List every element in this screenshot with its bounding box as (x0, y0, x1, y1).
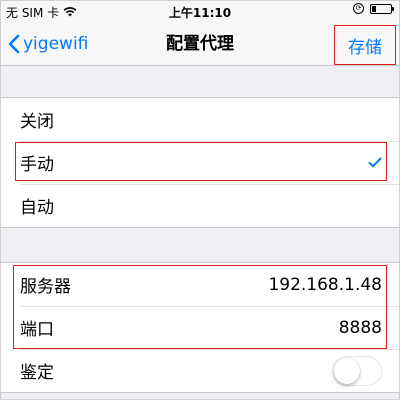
chevron-left-icon (8, 34, 20, 54)
navigation-bar: yigewifi 配置代理 存储 (0, 22, 400, 66)
proxy-mode-auto-label: 自动 (20, 198, 54, 218)
auth-row: 鉴定 (0, 349, 400, 392)
back-button[interactable]: yigewifi (8, 22, 88, 66)
server-value[interactable]: 192.168.1.48 (268, 275, 382, 295)
checkmark-icon (368, 153, 382, 173)
proxy-mode-manual-label: 手动 (20, 155, 54, 175)
save-button[interactable]: 存储 (334, 25, 396, 65)
battery-icon (370, 3, 394, 14)
port-value[interactable]: 8888 (339, 318, 382, 338)
status-right: ⟳ (353, 3, 394, 14)
server-row[interactable]: 服务器 192.168.1.48 (0, 263, 400, 306)
status-bar: 无 SIM 卡 上午11:10 ⟳ (0, 0, 400, 22)
status-time: 上午11:10 (168, 6, 232, 20)
proxy-mode-section: 关闭 手动 自动 (0, 97, 400, 228)
manual-proxy-section: 服务器 192.168.1.48 端口 8888 鉴定 (0, 262, 400, 393)
auth-toggle[interactable] (332, 355, 382, 386)
proxy-mode-off[interactable]: 关闭 (0, 98, 400, 141)
server-label: 服务器 (20, 277, 71, 297)
proxy-mode-manual[interactable]: 手动 (0, 141, 400, 184)
toggle-knob (334, 357, 360, 384)
back-label: yigewifi (23, 34, 89, 54)
proxy-mode-off-label: 关闭 (20, 112, 54, 132)
port-label: 端口 (20, 320, 54, 340)
port-row[interactable]: 端口 8888 (0, 306, 400, 349)
auth-label: 鉴定 (20, 363, 54, 383)
proxy-mode-auto[interactable]: 自动 (0, 184, 400, 227)
orientation-lock-icon: ⟳ (353, 3, 364, 14)
